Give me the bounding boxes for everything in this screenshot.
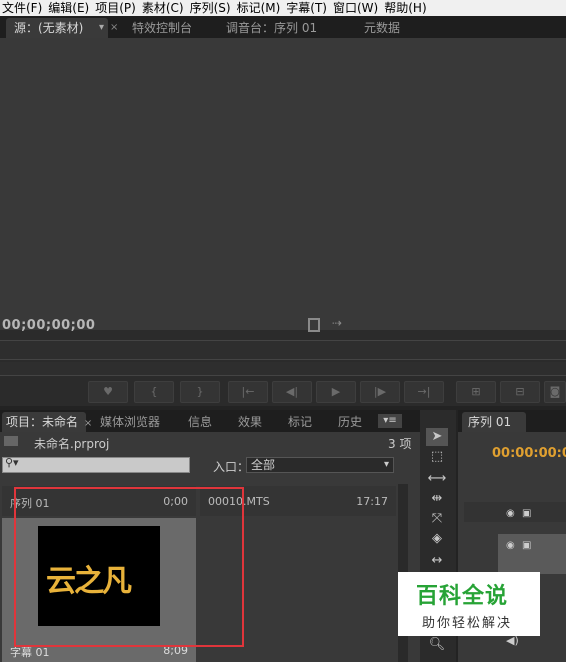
- zoom-tool-icon[interactable]: 🔍︎: [426, 636, 448, 654]
- source-timecode[interactable]: 00;00;00;00: [2, 318, 95, 333]
- sync-lock-icon[interactable]: ▣: [522, 540, 531, 551]
- ripple-edit-tool-icon[interactable]: ⟷: [426, 470, 448, 488]
- search-icon: ⚲▾: [5, 456, 19, 469]
- tab-markers[interactable]: 标记: [280, 412, 312, 432]
- menu-bar: 文件(F) 编辑(E) 项目(P) 素材(C) 序列(S) 标记(M) 字幕(T…: [0, 0, 566, 16]
- transport-controls: ♥ { } |← ◀| ▶ |▶ →| ⊞ ⊟ ◙: [0, 378, 566, 406]
- project-file-name: 未命名.prproj: [34, 437, 110, 451]
- insert-button[interactable]: ⊞: [456, 381, 496, 403]
- menu-help[interactable]: 帮助(H): [382, 0, 430, 16]
- go-to-out-button[interactable]: →|: [404, 381, 444, 403]
- source-time-ruler[interactable]: [0, 340, 566, 360]
- item-duration: 8;09: [163, 644, 188, 657]
- menu-marker[interactable]: 标记(M): [235, 0, 285, 16]
- tab-media-browser[interactable]: 媒体浏览器: [92, 412, 160, 432]
- project-tab-bar: 项目：未命名 × 媒体浏览器 信息 效果 标记 历史 ▾≡: [0, 410, 420, 432]
- film-icon[interactable]: [308, 318, 320, 332]
- entry-label: 入口：: [213, 460, 250, 474]
- mark-in-button[interactable]: {: [134, 381, 174, 403]
- play-button[interactable]: ▶: [316, 381, 356, 403]
- project-content: 未命名.prproj 3 项 ⚲▾ 入口： 全部 ▾ 序列 01 0;00 00…: [0, 432, 420, 662]
- overwrite-button[interactable]: ⊟: [500, 381, 540, 403]
- thumbnail-text: 云之凡: [46, 564, 132, 599]
- list-item[interactable]: 00010.MTS 17:17: [200, 486, 396, 516]
- item-name: 00010.MTS: [208, 495, 270, 508]
- go-to-in-button[interactable]: |←: [228, 381, 268, 403]
- chevron-down-icon[interactable]: ▾: [99, 18, 104, 38]
- eye-icon[interactable]: ◉: [506, 540, 515, 551]
- search-input[interactable]: ⚲▾: [2, 456, 190, 473]
- step-back-button[interactable]: ◀|: [272, 381, 312, 403]
- timeline-timecode[interactable]: 00:00:00:00: [492, 446, 566, 461]
- close-tab-icon[interactable]: ×: [84, 418, 92, 429]
- source-monitor-panel: 源：(无素材) ▾ × 特效控制台 调音台：序列 01 元数据 00;00;00…: [0, 16, 566, 406]
- step-forward-button[interactable]: |▶: [360, 381, 400, 403]
- entry-dropdown[interactable]: 全部 ▾: [246, 457, 394, 473]
- list-item[interactable]: 云之凡 字幕 01 8;09: [2, 518, 196, 662]
- rolling-edit-tool-icon[interactable]: ⇹: [426, 490, 448, 508]
- menu-clip[interactable]: 素材(C): [140, 0, 188, 16]
- tab-project-label: 项目：未命名: [6, 415, 79, 429]
- title-thumbnail: 云之凡: [38, 526, 160, 626]
- timeline-tab-bar: 序列 01: [458, 410, 566, 432]
- item-duration: 17:17: [356, 495, 388, 508]
- sync-lock-icon[interactable]: ▣: [522, 508, 531, 519]
- source-tab-bar: 源：(无素材) ▾ × 特效控制台 调音台：序列 01 元数据: [0, 16, 566, 38]
- tab-info[interactable]: 信息: [180, 412, 212, 432]
- rate-stretch-tool-icon[interactable]: ⤧: [426, 510, 448, 528]
- export-frame-button[interactable]: ◙: [544, 381, 566, 403]
- folder-icon: [4, 436, 18, 446]
- watermark-title: 百科全说: [416, 584, 509, 609]
- tab-metadata[interactable]: 元数据: [356, 18, 400, 38]
- project-panel: 项目：未命名 × 媒体浏览器 信息 效果 标记 历史 ▾≡ 未命名.prproj…: [0, 410, 420, 662]
- tab-source[interactable]: 源：(无素材) ▾: [6, 18, 108, 38]
- selection-tool-icon[interactable]: ➤: [426, 428, 448, 446]
- panel-menu-icon[interactable]: ▾≡: [378, 414, 402, 428]
- eye-icon[interactable]: ◉: [506, 508, 515, 519]
- item-name: 字幕 01: [10, 646, 50, 659]
- source-scrub-bar[interactable]: [0, 362, 566, 376]
- menu-sequence[interactable]: 序列(S): [188, 0, 235, 16]
- entry-dropdown-value: 全部: [251, 458, 276, 472]
- source-monitor-view: [0, 38, 566, 330]
- razor-tool-icon[interactable]: ◈: [426, 530, 448, 548]
- menu-window[interactable]: 窗口(W): [331, 0, 382, 16]
- tab-effect-controls[interactable]: 特效控制台: [124, 18, 192, 38]
- menu-file[interactable]: 文件(F): [0, 0, 46, 16]
- item-duration: 0;00: [163, 495, 188, 508]
- menu-edit[interactable]: 编辑(E): [46, 0, 93, 16]
- menu-title[interactable]: 字幕(T): [284, 0, 331, 16]
- tab-history[interactable]: 历史: [330, 412, 362, 432]
- drag-audio-icon[interactable]: ⇢: [332, 316, 342, 330]
- item-count: 3 项: [388, 437, 412, 451]
- track-select-tool-icon[interactable]: ⬚: [426, 448, 448, 466]
- mark-out-button[interactable]: }: [180, 381, 220, 403]
- menu-project[interactable]: 项目(P): [93, 0, 140, 16]
- video-track-2[interactable]: [464, 502, 566, 522]
- chevron-down-icon: ▾: [383, 459, 389, 470]
- tab-effects[interactable]: 效果: [230, 412, 262, 432]
- item-name: 序列 01: [10, 497, 50, 510]
- slip-tool-icon[interactable]: ↔: [426, 552, 448, 570]
- tab-sequence[interactable]: 序列 01: [462, 412, 526, 432]
- tab-audio-mixer[interactable]: 调音台：序列 01: [218, 18, 317, 38]
- tab-project[interactable]: 项目：未命名 ×: [2, 412, 92, 432]
- watermark-subtitle: 助你轻松解决: [422, 616, 513, 631]
- close-tab-icon[interactable]: ×: [110, 18, 118, 38]
- tab-source-label: 源：(无素材): [14, 21, 84, 35]
- add-marker-button[interactable]: ♥: [88, 381, 128, 403]
- watermark-logo: 百科全说 助你轻松解决: [398, 572, 540, 636]
- list-item[interactable]: 序列 01 0;00: [2, 486, 196, 516]
